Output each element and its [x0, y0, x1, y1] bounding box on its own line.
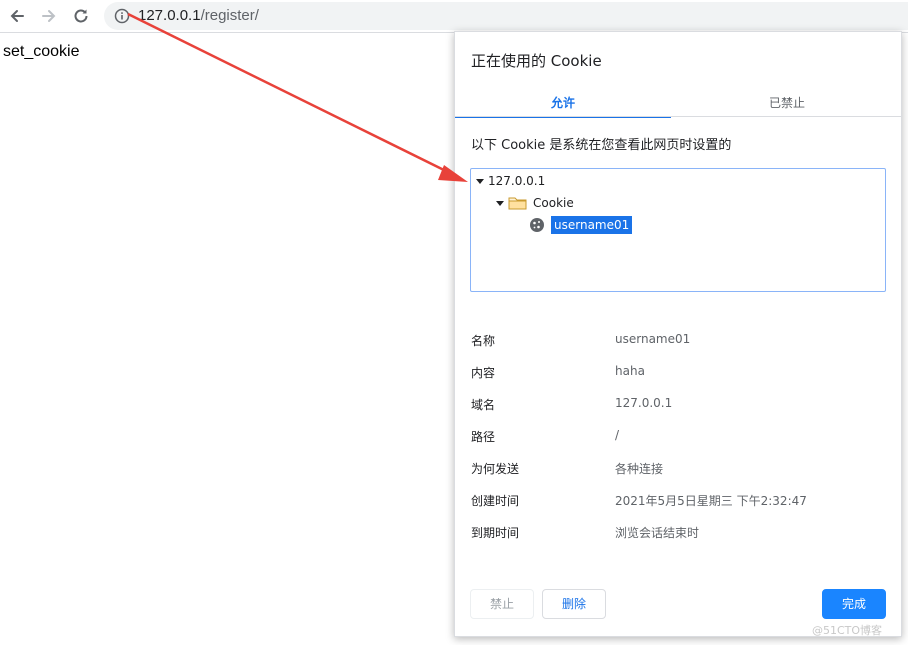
arrow-right-icon [42, 10, 56, 22]
detail-value: 浏览会话结束时 [615, 526, 700, 540]
reload-icon [74, 9, 88, 23]
annotation-arrow-line [127, 12, 453, 176]
url-text: 127.0.0.1/register/ [138, 6, 259, 26]
reload-button[interactable] [69, 4, 93, 28]
tree-node-cookie-label: username01 [551, 216, 633, 234]
detail-key: 内容 [471, 366, 496, 380]
expand-triangle-icon[interactable] [495, 198, 505, 208]
detail-row-path: 路径 / [471, 428, 887, 448]
detail-key: 名称 [471, 334, 496, 348]
browser-toolbar: 127.0.0.1/register/ [0, 0, 908, 33]
delete-button[interactable]: 删除 [542, 589, 606, 619]
expand-triangle-icon[interactable] [475, 176, 485, 186]
detail-value: 127.0.0.1 [615, 396, 673, 410]
tree-node-site[interactable]: 127.0.0.1 [475, 171, 545, 191]
tree-node-folder[interactable]: Cookie [495, 193, 574, 213]
tree-node-site-label: 127.0.0.1 [488, 174, 546, 188]
watermark: @51CTO博客 [812, 624, 883, 637]
detail-row-expires: 到期时间 浏览会话结束时 [471, 524, 887, 544]
tree-node-folder-label: Cookie [533, 196, 574, 210]
url-host: 127.0.0.1 [138, 7, 201, 24]
dialog-title: 正在使用的 Cookie [471, 52, 602, 70]
detail-value: / [615, 428, 620, 442]
cookie-icon [530, 218, 544, 232]
forward-button[interactable] [37, 4, 61, 28]
page-body-text: set_cookie [3, 43, 80, 60]
cookie-tree[interactable]: 127.0.0.1 Cookie username01 [470, 168, 886, 292]
url-path: /register/ [200, 7, 259, 24]
tab-bar: 允许 已禁止 [455, 90, 901, 118]
detail-value: 各种连接 [615, 462, 664, 476]
tab-divider [455, 116, 901, 117]
detail-row-created: 创建时间 2021年5月5日星期三 下午2:32:47 [471, 492, 887, 512]
folder-icon [508, 197, 527, 210]
detail-key: 到期时间 [471, 526, 520, 540]
block-button[interactable]: 禁止 [470, 589, 534, 619]
detail-value: username01 [615, 332, 691, 346]
info-icon[interactable] [114, 8, 130, 24]
detail-key: 域名 [471, 398, 496, 412]
detail-row-send-for: 为何发送 各种连接 [471, 460, 887, 480]
cookies-dialog: 正在使用的 Cookie 允许 已禁止 以下 Cookie 是系统在您查看此网页… [454, 31, 902, 637]
tab-blocked[interactable]: 已禁止 [673, 90, 901, 118]
detail-key: 路径 [471, 430, 496, 444]
detail-row-domain: 域名 127.0.0.1 [471, 396, 887, 416]
detail-key: 为何发送 [471, 462, 520, 476]
address-bar[interactable]: 127.0.0.1/register/ [104, 2, 908, 30]
tab-allowed[interactable]: 允许 [455, 90, 671, 118]
detail-key: 创建时间 [471, 494, 520, 508]
arrow-left-icon [10, 10, 24, 22]
detail-value: haha [615, 364, 645, 378]
tree-node-cookie[interactable]: username01 [529, 215, 633, 235]
detail-value: 2021年5月5日星期三 下午2:32:47 [615, 494, 807, 508]
detail-row-name: 名称 username01 [471, 332, 887, 352]
done-button[interactable]: 完成 [822, 589, 886, 619]
back-button[interactable] [5, 4, 29, 28]
cookie-description: 以下 Cookie 是系统在您查看此网页时设置的 [471, 138, 732, 153]
detail-row-content: 内容 haha [471, 364, 887, 384]
